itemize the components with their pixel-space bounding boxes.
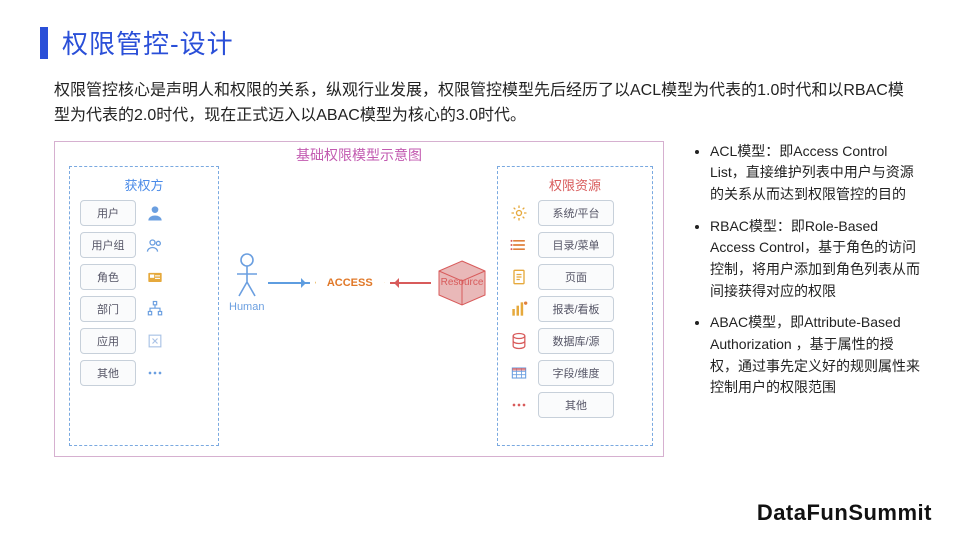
- more-icon: [144, 362, 166, 384]
- human-label: Human: [229, 301, 264, 313]
- list-item: 应用: [80, 328, 208, 354]
- list-item: 页面: [508, 264, 642, 290]
- grid-icon: [508, 362, 530, 384]
- arrow-human-to-access: [268, 282, 309, 284]
- resource-cube: Resource: [435, 259, 489, 307]
- chip-dept: 部门: [80, 296, 136, 322]
- chip-usergroup: 用户组: [80, 232, 136, 258]
- grantee-panel: 获权方 用户 用户组 角色 部门 应用 其他: [69, 166, 219, 446]
- chip-field: 字段/维度: [538, 360, 614, 386]
- diagram-center: Human ACCESS Resource: [229, 252, 489, 314]
- gear-icon: [508, 202, 530, 224]
- footer-brand: DataFunSummit: [757, 500, 932, 526]
- group-icon: [144, 234, 166, 256]
- database-icon: [508, 330, 530, 352]
- resource-label: Resource: [441, 277, 484, 288]
- app-icon: [144, 330, 166, 352]
- intro-paragraph: 权限管控核心是声明人和权限的关系，纵观行业发展，权限管控模型先后经历了以ACL模…: [0, 61, 960, 141]
- chip-app: 应用: [80, 328, 136, 354]
- user-icon: [144, 202, 166, 224]
- more-icon: [508, 394, 530, 416]
- list-item: 用户: [80, 200, 208, 226]
- access-hexagon: ACCESS: [314, 252, 386, 314]
- bullet-acl: ACL模型：即Access Control List，直接维护列表中用户与资源的…: [710, 141, 920, 206]
- list-item: 其他: [80, 360, 208, 386]
- grantee-panel-title: 获权方: [80, 175, 208, 194]
- model-descriptions: ACL模型：即Access Control List，直接维护列表中用户与资源的…: [688, 141, 920, 457]
- list-item: 目录/菜单: [508, 232, 642, 258]
- chip-system: 系统/平台: [538, 200, 614, 226]
- chip-other-right: 其他: [538, 392, 614, 418]
- human-figure: Human: [229, 252, 264, 313]
- list-item: 数据库/源: [508, 328, 642, 354]
- main-content-row: 基础权限模型示意图 获权方 用户 用户组 角色 部门 应用: [0, 141, 960, 457]
- permission-diagram: 基础权限模型示意图 获权方 用户 用户组 角色 部门 应用: [54, 141, 664, 457]
- list-item: 字段/维度: [508, 360, 642, 386]
- chip-database: 数据库/源: [538, 328, 614, 354]
- list-item: 角色: [80, 264, 208, 290]
- list-item: 报表/看板: [508, 296, 642, 322]
- chip-user: 用户: [80, 200, 136, 226]
- resource-panel: 权限资源 系统/平台 目录/菜单 页面 报表/看板 数据库/源: [497, 166, 653, 446]
- chip-other-left: 其他: [80, 360, 136, 386]
- chip-catalog: 目录/菜单: [538, 232, 614, 258]
- list-item: 其他: [508, 392, 642, 418]
- chip-page: 页面: [538, 264, 614, 290]
- slide-title-bar: 权限管控-设计: [0, 0, 960, 61]
- badge-icon: [144, 266, 166, 288]
- page-icon: [508, 266, 530, 288]
- bullet-rbac: RBAC模型：即Role-Based Access Control，基于角色的访…: [710, 216, 920, 303]
- slide-title: 权限管控-设计: [62, 24, 234, 61]
- resource-panel-title: 权限资源: [508, 175, 642, 194]
- title-accent-mark: [40, 27, 48, 59]
- arrow-resource-to-access: [390, 282, 431, 284]
- list-item: 部门: [80, 296, 208, 322]
- chip-report: 报表/看板: [538, 296, 614, 322]
- bullet-abac: ABAC模型，即Attribute-Based Authorization ，基…: [710, 312, 920, 399]
- menu-icon: [508, 234, 530, 256]
- list-item: 系统/平台: [508, 200, 642, 226]
- chart-icon: [508, 298, 530, 320]
- chip-role: 角色: [80, 264, 136, 290]
- list-item: 用户组: [80, 232, 208, 258]
- diagram-title: 基础权限模型示意图: [55, 145, 663, 165]
- org-icon: [144, 298, 166, 320]
